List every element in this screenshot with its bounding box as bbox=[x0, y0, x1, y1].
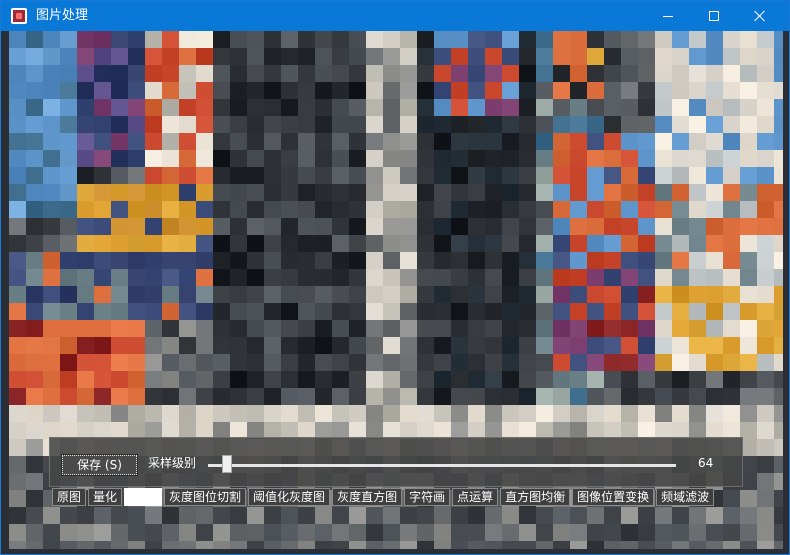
tab-3[interactable] bbox=[124, 488, 163, 506]
control-panel: 保存 (S) 采样级别 64 bbox=[49, 437, 743, 487]
tab-9[interactable]: 直方图均衡 bbox=[500, 488, 571, 506]
close-button[interactable] bbox=[737, 1, 783, 31]
tab-6[interactable]: 灰度直方图 bbox=[332, 488, 403, 506]
slider-thumb[interactable] bbox=[221, 455, 232, 473]
close-icon bbox=[754, 10, 766, 22]
title-bar[interactable]: 图片处理 bbox=[1, 1, 789, 31]
tab-5[interactable]: 阈值化灰度图 bbox=[248, 488, 331, 506]
minimize-button[interactable] bbox=[645, 1, 691, 31]
maximize-icon bbox=[709, 11, 719, 21]
sampling-level-slider[interactable] bbox=[208, 464, 676, 467]
minimize-icon bbox=[663, 15, 673, 17]
image-canvas: 保存 (S) 采样级别 64 原图 量化 灰度图位切割 阈值化灰度图 灰度直方图 字符画点… bbox=[9, 31, 783, 549]
tab-1[interactable]: 原图 bbox=[52, 488, 87, 506]
image-processing-app-icon bbox=[11, 8, 27, 24]
window-title: 图片处理 bbox=[36, 8, 89, 23]
function-tab-bar: 原图 量化 灰度图位切割 阈值化灰度图 灰度直方图 字符画 点运算 直方图均衡 图像位置变换 频域… bbox=[52, 488, 716, 506]
maximize-button[interactable] bbox=[691, 1, 737, 31]
tab-10[interactable]: 图像位置变换 bbox=[572, 488, 655, 506]
save-button[interactable]: 保存 (S) bbox=[61, 454, 138, 476]
tab-2[interactable]: 量化 bbox=[88, 488, 123, 506]
tab-7[interactable]: 字符画 bbox=[404, 488, 451, 506]
sampling-level-label: 采样级别 bbox=[148, 456, 197, 470]
sampling-level-value: 64 bbox=[698, 456, 714, 470]
tab-4[interactable]: 灰度图位切割 bbox=[164, 488, 247, 506]
tab-11[interactable]: 频域滤波 bbox=[656, 488, 715, 506]
app-window: 图片处理 保存 (S) 采样级别 64 原图 量化 灰度图位切割 阈值化灰度图 灰度直方… bbox=[0, 0, 790, 555]
tab-8[interactable]: 点运算 bbox=[452, 488, 499, 506]
